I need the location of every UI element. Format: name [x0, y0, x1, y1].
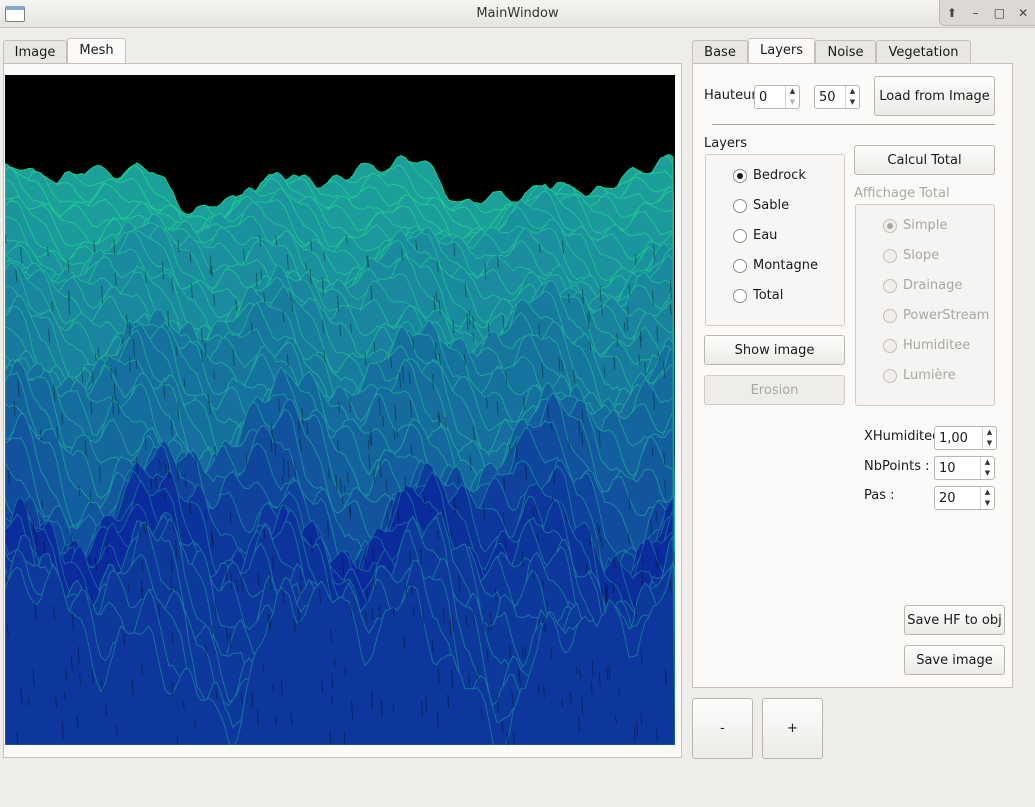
- load-from-image-button[interactable]: Load from Image: [874, 76, 995, 116]
- layer-radio-3[interactable]: Montagne: [733, 258, 818, 273]
- affichage-radio-label: Slope: [903, 248, 940, 263]
- xhumiditee-label: XHumiditee: [864, 429, 935, 444]
- separator: [712, 124, 995, 125]
- affichage-radio-label: PowerStream: [903, 308, 990, 323]
- hauteur-max-spinbox[interactable]: 50 ▲ ▼: [814, 85, 860, 109]
- layers-group-title: Layers: [704, 136, 748, 151]
- radio-indicator-icon: [733, 228, 747, 243]
- spin-down-icon[interactable]: ▼: [981, 498, 994, 509]
- tab-noise[interactable]: Noise: [815, 40, 876, 64]
- save-hf-to-obj-button[interactable]: Save HF to obj: [904, 605, 1005, 635]
- tab-image[interactable]: Image: [3, 40, 67, 64]
- close-icon[interactable]: ✕: [1014, 4, 1032, 22]
- zoom-out-button[interactable]: -: [692, 698, 753, 759]
- affichage-radio-label: Lumière: [903, 368, 956, 383]
- xhumiditee-spinbox[interactable]: 1,00 ▲ ▼: [934, 426, 997, 450]
- spin-down-icon[interactable]: ▼: [983, 438, 996, 449]
- layer-radio-label: Sable: [753, 198, 790, 213]
- layer-radio-0[interactable]: Bedrock: [733, 168, 806, 183]
- affichage-radio-5[interactable]: Lumière: [883, 368, 956, 383]
- layer-radio-4[interactable]: Total: [733, 288, 783, 303]
- pas-value: 20: [939, 491, 956, 506]
- affichage-radio-0[interactable]: Simple: [883, 218, 947, 233]
- spin-down-icon[interactable]: ▼: [846, 97, 859, 108]
- radio-indicator-icon: [733, 168, 747, 183]
- hauteur-min-spinbox[interactable]: 0 ▲ ▼: [754, 85, 800, 109]
- maximize-icon[interactable]: □: [990, 4, 1008, 22]
- xhumiditee-value: 1,00: [939, 431, 968, 446]
- tab-vegetation[interactable]: Vegetation: [876, 40, 971, 64]
- affichage-total-title: Affichage Total: [854, 186, 950, 201]
- spin-down-icon[interactable]: ▼: [786, 97, 799, 108]
- layer-radio-label: Montagne: [753, 258, 818, 273]
- layer-radio-label: Eau: [753, 228, 778, 243]
- tab-base[interactable]: Base: [692, 40, 748, 64]
- radio-indicator-icon: [883, 218, 897, 233]
- hauteur-max-value: 50: [819, 90, 836, 105]
- affichage-radio-3[interactable]: PowerStream: [883, 308, 989, 323]
- terrain-mesh-render: [5, 153, 675, 745]
- radio-indicator-icon: [883, 368, 897, 383]
- radio-indicator-icon: [733, 198, 747, 213]
- tab-mesh[interactable]: Mesh: [67, 38, 126, 64]
- radio-indicator-icon: [733, 258, 747, 273]
- radio-indicator-icon: [883, 248, 897, 263]
- window-controls: ⬆ – □ ✕: [939, 0, 1035, 26]
- pas-spinbox[interactable]: 20 ▲ ▼: [934, 486, 995, 510]
- window-title: MainWindow: [476, 6, 559, 21]
- keep-above-icon[interactable]: ⬆: [943, 4, 961, 22]
- affichage-radio-4[interactable]: Humiditee: [883, 338, 970, 353]
- affichage-radio-1[interactable]: Slope: [883, 248, 939, 263]
- nbpoints-spinbox[interactable]: 10 ▲ ▼: [934, 456, 995, 480]
- layer-radio-label: Total: [753, 288, 784, 303]
- spin-up-icon[interactable]: ▲: [981, 487, 994, 498]
- minimize-icon[interactable]: –: [967, 4, 985, 22]
- spin-up-icon[interactable]: ▲: [983, 427, 996, 438]
- radio-indicator-icon: [883, 338, 897, 353]
- nbpoints-value: 10: [939, 461, 956, 476]
- spin-down-icon[interactable]: ▼: [981, 468, 994, 479]
- radio-indicator-icon: [733, 288, 747, 303]
- save-image-button[interactable]: Save image: [904, 645, 1005, 675]
- radio-indicator-icon: [883, 308, 897, 323]
- layer-radio-1[interactable]: Sable: [733, 198, 789, 213]
- affichage-radio-label: Humiditee: [903, 338, 971, 353]
- spin-up-icon[interactable]: ▲: [981, 457, 994, 468]
- show-image-button[interactable]: Show image: [704, 335, 845, 365]
- hauteur-min-value: 0: [759, 90, 768, 105]
- affichage-radio-2[interactable]: Drainage: [883, 278, 962, 293]
- spin-up-icon[interactable]: ▲: [846, 86, 859, 97]
- hauteur-label: Hauteur: [704, 88, 754, 103]
- layer-radio-label: Bedrock: [753, 168, 806, 183]
- title-bar: MainWindow ⬆ – □ ✕: [0, 0, 1035, 28]
- tab-layers[interactable]: Layers: [748, 38, 815, 64]
- affichage-radio-label: Drainage: [903, 278, 963, 293]
- nbpoints-label: NbPoints :: [864, 459, 930, 474]
- terrain-mesh-view[interactable]: [5, 75, 675, 745]
- layer-radio-2[interactable]: Eau: [733, 228, 777, 243]
- radio-indicator-icon: [883, 278, 897, 293]
- erosion-button[interactable]: Erosion: [704, 375, 845, 405]
- zoom-in-button[interactable]: +: [762, 698, 823, 759]
- spin-up-icon[interactable]: ▲: [786, 86, 799, 97]
- pas-label: Pas :: [864, 488, 895, 503]
- calcul-total-button[interactable]: Calcul Total: [854, 145, 995, 175]
- affichage-radio-label: Simple: [903, 218, 948, 233]
